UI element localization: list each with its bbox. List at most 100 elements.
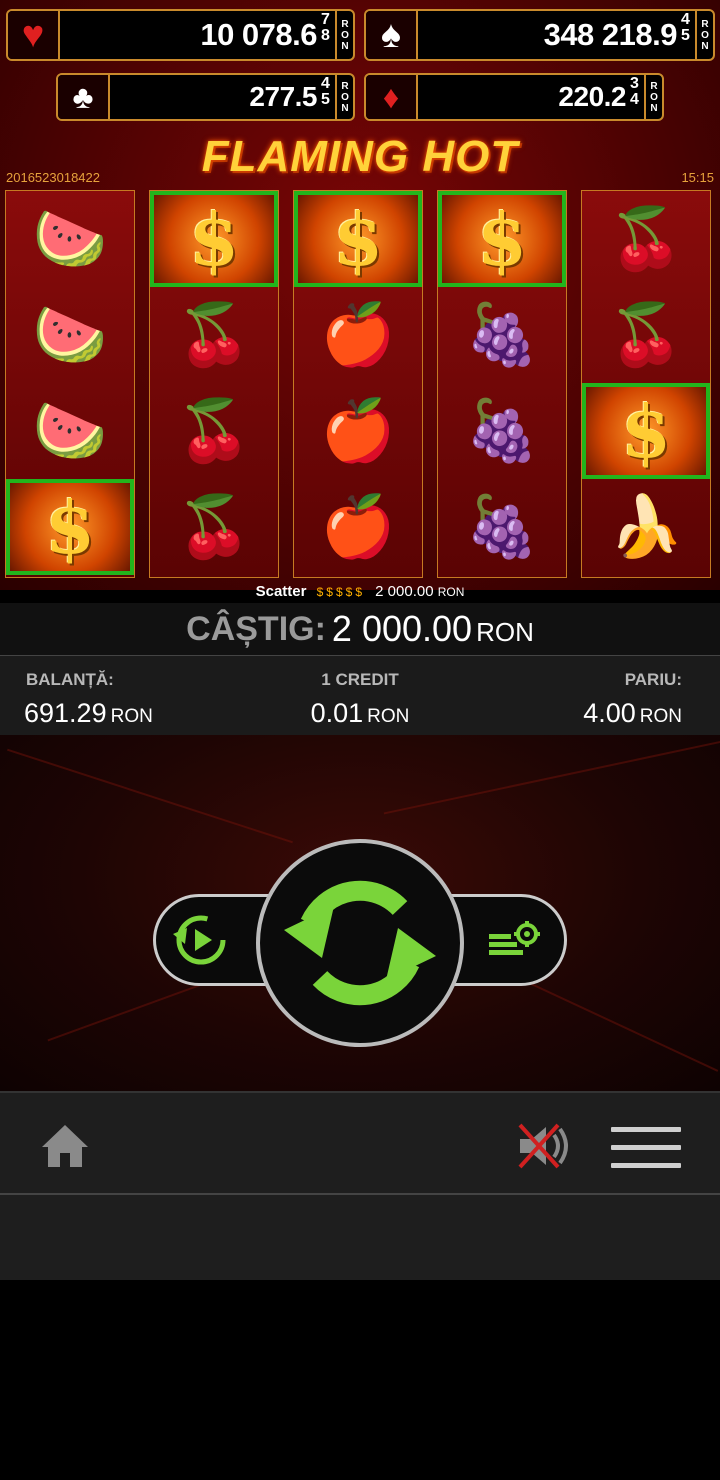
jackpot-value: 10 078.6 [200,17,317,52]
hamburger-icon-bar [611,1145,681,1150]
scatter-label: Scatter [255,583,307,600]
jackpot-heart: ♥ 10 078.6 78 RON [6,9,355,61]
watermelon-icon: 🍉 [32,205,108,272]
reel-cell: 🍇 [438,383,566,479]
credit-stat[interactable]: 1 CREDIT 0.01 RON [305,670,415,729]
reel-cell: 🍇 [438,479,566,575]
bet-stat[interactable]: PARIU: 4.00 RON [583,670,682,729]
reel-cell: 🍒 [150,383,278,479]
jackpot-diamond: ♦ 220.2 34 RON [364,73,664,121]
apple-icon: 🍎 [320,493,396,560]
stats-row: BALANȚĂ: 691.29 RON 1 CREDIT 0.01 RON PARI… [0,656,720,736]
watermelon-icon: 🍉 [32,397,108,464]
dollar-icon: $ [620,388,672,474]
jackpot-value: 348 218.9 [543,17,678,52]
cherries-icon: 🍒 [176,301,252,368]
reel-cell: 🍒 [582,287,710,383]
reel-2: $ 🍒 🍒 🍒 [149,190,279,578]
watermelon-icon: 🍉 [32,301,108,368]
reel-cell: $ [582,383,710,479]
cherries-icon: 🍒 [176,397,252,464]
jackpot-value: 220.2 [558,81,626,112]
jackpot-spade: ♠ 348 218.9 45 RON [364,9,715,61]
cherries-icon: 🍒 [608,301,684,368]
home-button[interactable] [40,1123,90,1174]
credit-value: 0.01 [310,698,364,728]
heart-icon: ♥ [8,11,60,59]
cherries-icon: 🍒 [176,493,252,560]
background-crack [7,748,293,844]
background-crack [383,737,720,815]
spade-icon: ♠ [366,11,418,59]
scatter-amount: 2 000.00 [375,583,434,600]
reel-cell: $ [6,479,134,575]
credit-currency: RON [367,706,410,727]
reel-cell: 🍉 [6,383,134,479]
balance-value: 691.29 [24,698,107,728]
clock: 15:15 [681,170,714,185]
sound-toggle-button[interactable] [516,1121,572,1176]
banana-icon: 🍌 [608,493,684,560]
grapes-icon: 🍇 [464,397,540,464]
balance-currency: RON [110,706,153,727]
reel-4: $ 🍇 🍇 🍇 [437,190,567,578]
scatter-currency: RON [437,585,465,599]
jackpot-rolling-digits: 34 [630,76,639,108]
spin-arrows-icon [284,880,436,1006]
apple-icon: 🍎 [320,301,396,368]
reel-cell: 🍎 [294,287,422,383]
jackpot-value: 277.5 [249,81,317,112]
apple-icon: 🍎 [320,397,396,464]
bottom-toolbar [0,1091,720,1195]
jackpot-currency: RON [695,11,713,59]
win-amount: 2 000.00 [331,608,473,649]
bet-settings-button[interactable] [480,908,550,972]
balance-stat: BALANȚĂ: 691.29 RON [24,670,153,729]
reel-cell: 🍒 [582,191,710,287]
menu-button[interactable] [611,1127,681,1181]
slot-game-area: ♥ 10 078.6 78 RON ♠ 348 218.9 45 RON ♣ 2… [0,0,720,600]
info-panel: CÂȘTIG: 2 000.00 RON BALANȚĂ: 691.29 RON … [0,603,720,735]
reel-3: $ 🍎 🍎 🍎 [293,190,423,578]
dollar-icon: $ [188,196,240,282]
dollar-icon: $ [332,196,384,282]
reel-1: 🍉 🍉 🍉 $ [5,190,135,578]
hamburger-icon-bar [611,1163,681,1168]
scatter-symbols-icon: $$$$$ [316,585,365,599]
spin-button[interactable] [256,839,464,1047]
jackpot-currency: RON [335,11,353,59]
speaker-muted-icon [518,1123,568,1169]
cherries-icon: 🍒 [608,205,684,272]
autoplay-button[interactable] [165,908,235,972]
win-currency: RON [476,616,534,647]
game-title: FLAMING HOT [201,132,519,181]
reel-cell: 🍌 [582,479,710,575]
reel-cell: $ [294,191,422,287]
reel-cell: 🍒 [150,287,278,383]
coins-gear-icon [489,921,540,955]
home-icon [42,1125,88,1167]
dollar-icon: $ [44,484,96,570]
reel-cell: 🍒 [150,479,278,575]
jackpot-rolling-digits: 78 [321,12,330,44]
jackpot-currency: RON [335,75,353,119]
bet-value: 4.00 [583,698,636,728]
win-label: CÂȘTIG: [186,609,326,648]
jackpot-rolling-digits: 45 [681,12,690,44]
dollar-icon: $ [476,196,528,282]
bet-label: PARIU: [624,670,682,689]
club-icon: ♣ [58,75,110,119]
controls-area [0,735,720,1091]
jackpot-club: ♣ 277.5 45 RON [56,73,355,121]
jackpot-currency: RON [644,75,662,119]
balance-label: BALANȚĂ: [26,670,114,689]
reel-cell: 🍉 [6,191,134,287]
reel-cell: 🍉 [6,287,134,383]
reel-cell: $ [438,191,566,287]
grapes-icon: 🍇 [464,493,540,560]
game-id: 2016523018422 [6,170,100,185]
autoplay-icon [173,915,226,965]
reel-cell: 🍇 [438,287,566,383]
reel-cell: 🍎 [294,383,422,479]
credit-label: 1 CREDIT [321,670,399,689]
